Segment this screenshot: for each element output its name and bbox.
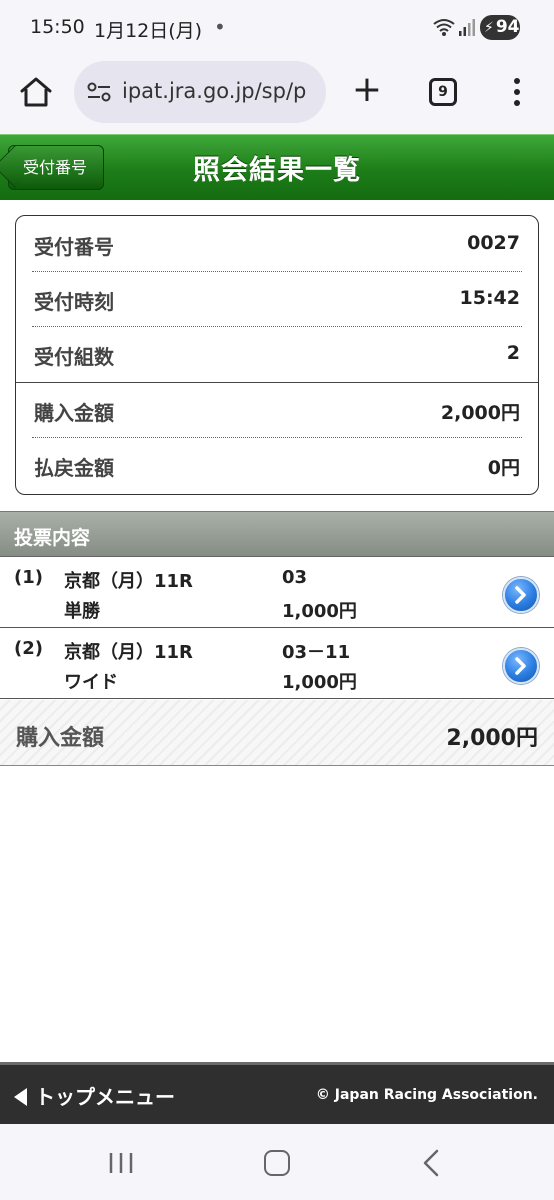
notification-dot: • [214, 15, 226, 39]
bet-row[interactable]: (2) 京都（月）11R ワイド 03－11 1,000円 [0, 629, 554, 699]
recent-apps-icon[interactable] [107, 1151, 135, 1175]
bet-race: 京都（月）11R [64, 642, 193, 663]
home-button-icon[interactable] [264, 1150, 290, 1176]
receipt-time-row: 受付時刻 15:42 [32, 271, 522, 326]
bet-contents-header: 投票内容 [0, 511, 554, 557]
tab-switcher-button[interactable]: 9 [429, 78, 457, 106]
bet-type: 単勝 [64, 601, 100, 622]
total-value: 2,000円 [446, 726, 538, 751]
new-tab-button[interactable]: + [350, 70, 384, 110]
chevron-right-icon[interactable] [503, 577, 539, 613]
page-header: 受付番号 照会結果一覧 [0, 134, 554, 200]
total-purchase: 購入金額 2,000円 [0, 700, 554, 766]
receipt-count-label: 受付組数 [34, 345, 114, 369]
receipt-count-value: 2 [506, 342, 520, 364]
payout-amount-label: 払戻金額 [34, 456, 114, 480]
purchase-amount-value: 2,000円 [440, 402, 520, 424]
receipt-summary: 受付番号 0027 受付時刻 15:42 受付組数 2 購入金額 2,000円 … [15, 215, 539, 495]
payout-amount-value: 0円 [487, 457, 520, 479]
bet-combination: 03－11 [282, 642, 351, 663]
wifi-icon [433, 19, 455, 36]
more-options-icon[interactable] [505, 74, 529, 110]
total-label: 購入金額 [16, 726, 105, 751]
bet-number: (2) [14, 638, 43, 659]
receipt-number-label: 受付番号 [34, 235, 114, 259]
bet-amount: 1,000円 [282, 672, 357, 693]
address-bar[interactable]: ipat.jra.go.jp/sp/p [74, 61, 326, 123]
bet-amount: 1,000円 [282, 601, 357, 622]
payout-amount-row: 払戻金額 0円 [32, 437, 522, 492]
receipt-number-value: 0027 [467, 232, 520, 254]
home-icon[interactable] [18, 74, 54, 110]
receipt-number-row: 受付番号 0027 [32, 216, 522, 271]
back-button[interactable]: 受付番号 [8, 145, 104, 190]
bet-row[interactable]: (1) 京都（月）11R 単勝 03 1,000円 [0, 558, 554, 628]
top-menu-link[interactable]: トップメニュー [14, 1081, 175, 1110]
bet-race: 京都（月）11R [64, 571, 193, 592]
back-icon[interactable] [420, 1148, 442, 1178]
chevron-right-icon[interactable] [503, 648, 539, 684]
battery-level: 94 [495, 17, 520, 37]
site-settings-icon[interactable] [86, 81, 112, 103]
system-nav-bar [0, 1124, 554, 1200]
receipt-count-row: 受付組数 2 [32, 326, 522, 381]
bet-combination: 03 [282, 567, 308, 588]
triangle-left-icon [14, 1088, 27, 1106]
signal-icon [459, 19, 475, 36]
bet-number: (1) [14, 567, 43, 588]
status-date: 1月12日(月) [94, 20, 203, 42]
url-text[interactable]: ipat.jra.go.jp/sp/p [122, 79, 322, 103]
receipt-time-value: 15:42 [459, 287, 520, 309]
charging-icon: ⚡ [484, 20, 494, 36]
status-time: 15:50 [30, 16, 85, 38]
battery-indicator: ⚡ 94 [480, 15, 520, 40]
status-bar: 15:50 1月12日(月) • ⚡ 94 [0, 0, 554, 58]
receipt-time-label: 受付時刻 [34, 290, 114, 314]
browser-toolbar: ipat.jra.go.jp/sp/p + 9 [0, 58, 554, 134]
top-menu-label: トップメニュー [35, 1085, 175, 1109]
purchase-amount-label: 購入金額 [34, 401, 114, 425]
copyright: © Japan Racing Association. [315, 1087, 538, 1103]
bet-type: ワイド [64, 672, 118, 693]
section-label: 投票内容 [14, 527, 91, 549]
page-footer: トップメニュー © Japan Racing Association. [0, 1062, 554, 1124]
purchase-amount-row: 購入金額 2,000円 [32, 382, 522, 437]
